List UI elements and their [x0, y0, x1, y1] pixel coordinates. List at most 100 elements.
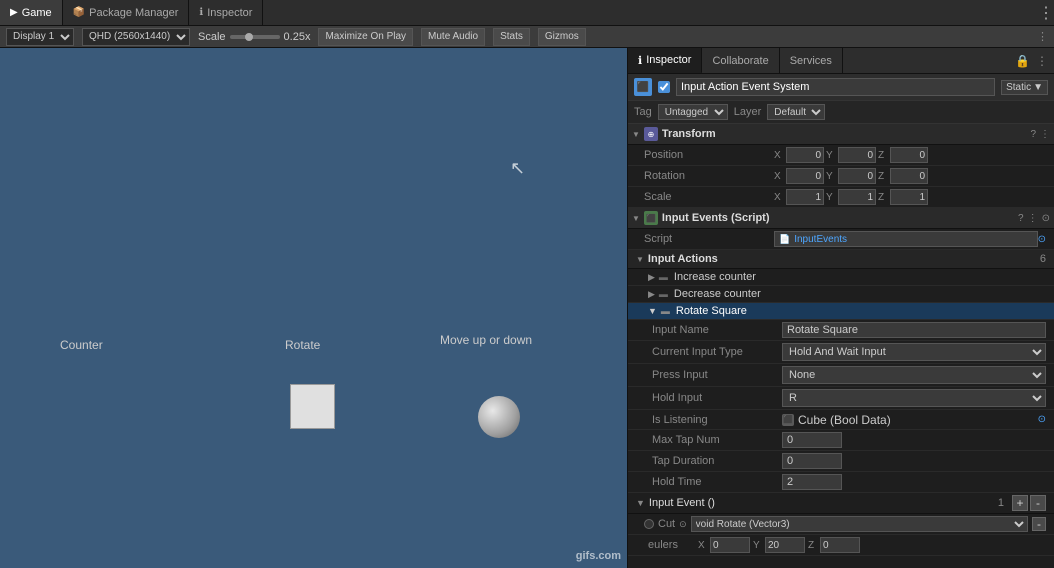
inspector-icon: ℹ: [638, 54, 642, 67]
scale-control: Scale 0.25x: [198, 31, 310, 43]
script-label: Input Events (Script): [662, 212, 1014, 224]
input-event-add-button[interactable]: +: [1012, 495, 1028, 511]
input-name-input[interactable]: [782, 322, 1046, 338]
gameobject-header: ⬛ Static ▼: [628, 74, 1054, 101]
tab-collaborate[interactable]: Collaborate: [702, 48, 779, 73]
pos-x-input[interactable]: [786, 147, 824, 163]
tag-select[interactable]: Untagged: [658, 104, 728, 120]
script-link-icon2[interactable]: ⊙: [1038, 234, 1046, 245]
transform-component-header[interactable]: ▼ ⊕ Transform ? ⋮: [628, 124, 1054, 145]
cut-function-select[interactable]: void Rotate (Vector3): [691, 516, 1028, 532]
script-link-icon[interactable]: ⊙: [1042, 213, 1050, 224]
eulers-xyz-container: X Y Z: [698, 537, 1046, 553]
tag-label: Tag: [634, 106, 652, 118]
rotation-value: X Y Z: [774, 168, 1046, 184]
pos-y-input[interactable]: [838, 147, 876, 163]
tap-duration-value: [782, 453, 1046, 469]
euler-x-input[interactable]: [710, 537, 750, 553]
euler-y-input[interactable]: [765, 537, 805, 553]
maximize-on-play-button[interactable]: Maximize On Play: [318, 28, 413, 46]
scale-z-input[interactable]: [890, 189, 928, 205]
input-event-remove-button[interactable]: -: [1030, 495, 1046, 511]
gizmos-button[interactable]: Gizmos: [538, 28, 586, 46]
hold-time-row: Hold Time: [628, 472, 1054, 493]
euler-y-field: Y: [753, 537, 805, 553]
sphere-object: [478, 396, 520, 438]
is-listening-value: ⬛ Cube (Bool Data) ⊙: [782, 413, 1046, 427]
hold-time-input[interactable]: [782, 474, 842, 490]
tab-services[interactable]: Services: [780, 48, 843, 73]
static-badge[interactable]: Static ▼: [1001, 80, 1048, 95]
is-listening-link-icon[interactable]: ⊙: [1038, 414, 1046, 425]
cut-circle2-icon: ⊙: [679, 519, 687, 530]
press-input-value: None: [782, 366, 1046, 384]
script-field-value[interactable]: 📄 InputEvents: [774, 231, 1038, 247]
max-tap-num-label: Max Tap Num: [652, 434, 782, 446]
scale-slider[interactable]: [230, 35, 280, 39]
display-select[interactable]: Display 1: [6, 28, 74, 46]
static-label: Static: [1006, 82, 1031, 93]
tag-layer-row: Tag Untagged Layer Default: [628, 101, 1054, 124]
game-viewport[interactable]: ↖ Counter Rotate Move up or down gifs.co…: [0, 48, 627, 568]
rot-x-label: X: [774, 171, 784, 182]
scale-value: X Y Z: [774, 189, 1046, 205]
euler-z-input[interactable]: [820, 537, 860, 553]
euler-x-field: X: [698, 537, 750, 553]
right-panel: ℹ Inspector Collaborate Services 🔒 ⋮ ⬛: [627, 48, 1054, 568]
script-help-icon[interactable]: ?: [1018, 213, 1024, 224]
tree-item-rotate[interactable]: ▼ ▬ Rotate Square: [628, 303, 1054, 320]
hold-input-select[interactable]: R: [782, 389, 1046, 407]
position-row: Position X Y Z: [628, 145, 1054, 166]
stats-button[interactable]: Stats: [493, 28, 530, 46]
rotate-arrow: ▼: [648, 306, 657, 316]
scale-prop-label: Scale: [644, 191, 774, 203]
eulers-row: eulers X Y Z: [628, 535, 1054, 556]
increase-label: Increase counter: [674, 271, 756, 283]
transform-settings-icon[interactable]: ⋮: [1040, 129, 1050, 140]
layer-select[interactable]: Default: [767, 104, 825, 120]
tabs-overflow-menu[interactable]: ⋮: [1038, 3, 1054, 23]
scale-y-input[interactable]: [838, 189, 876, 205]
inspector-tab-label: Inspector: [646, 54, 691, 66]
tab-package-manager[interactable]: 📦 Package Manager: [63, 0, 190, 25]
input-event-label: Input Event (): [649, 497, 998, 509]
gameobject-name-input[interactable]: [676, 78, 995, 96]
press-input-row: Press Input None: [628, 364, 1054, 387]
inspector-left-icon: ℹ: [199, 7, 203, 18]
rot-y-label: Y: [826, 171, 836, 182]
max-tap-num-row: Max Tap Num: [628, 430, 1054, 451]
pos-y-label: Y: [826, 150, 836, 161]
script-component-header[interactable]: ▼ ⬛ Input Events (Script) ? ⋮ ⊙: [628, 208, 1054, 229]
toolbar-overflow-menu[interactable]: ⋮: [1037, 30, 1048, 43]
tree-item-increase[interactable]: ▶ ▬ Increase counter: [628, 269, 1054, 286]
tab-inspector-left[interactable]: ℹ Inspector: [189, 0, 263, 25]
current-input-type-select[interactable]: Hold And Wait Input: [782, 343, 1046, 361]
scale-x-input[interactable]: [786, 189, 824, 205]
tab-inspector[interactable]: ℹ Inspector: [628, 48, 702, 73]
mute-audio-button[interactable]: Mute Audio: [421, 28, 485, 46]
pos-z-input[interactable]: [890, 147, 928, 163]
script-file-icon: 📄: [779, 234, 790, 245]
transform-help-icon[interactable]: ?: [1030, 129, 1036, 140]
rot-y-input[interactable]: [838, 168, 876, 184]
rot-z-input[interactable]: [890, 168, 928, 184]
cut-remove-button[interactable]: -: [1032, 517, 1046, 531]
tab-game[interactable]: ▶ Game: [0, 0, 63, 25]
hold-time-label: Hold Time: [652, 476, 782, 488]
resolution-select[interactable]: QHD (2560x1440): [82, 28, 190, 46]
tap-duration-input[interactable]: [782, 453, 842, 469]
inspector-tab-icons: 🔒 ⋮: [1015, 54, 1054, 68]
lock-icon[interactable]: 🔒: [1015, 54, 1030, 68]
counter-label: Counter: [60, 338, 103, 352]
max-tap-num-input[interactable]: [782, 432, 842, 448]
tap-duration-label: Tap Duration: [652, 455, 782, 467]
script-settings-icon[interactable]: ⋮: [1028, 213, 1038, 224]
tree-item-decrease[interactable]: ▶ ▬ Decrease counter: [628, 286, 1054, 303]
rot-x-input[interactable]: [786, 168, 824, 184]
press-input-select[interactable]: None: [782, 366, 1046, 384]
scale-row: Scale X Y Z: [628, 187, 1054, 208]
rotation-label: Rotation: [644, 170, 774, 182]
inspector-overflow-icon[interactable]: ⋮: [1036, 54, 1048, 68]
hold-input-label: Hold Input: [652, 392, 782, 404]
gameobject-active-checkbox[interactable]: [658, 81, 670, 93]
